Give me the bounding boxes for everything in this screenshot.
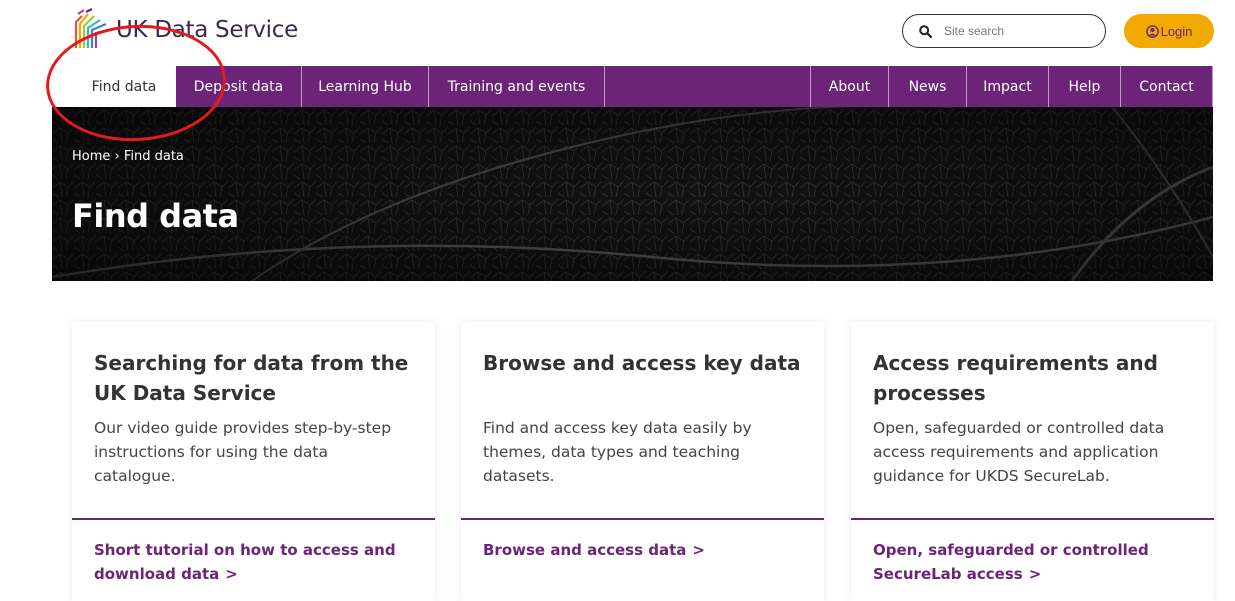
card-divider: [851, 518, 1214, 520]
site-header: UK Data Service Login: [0, 0, 1235, 66]
chevron-right-icon: >: [225, 565, 238, 583]
login-button[interactable]: Login: [1124, 14, 1214, 48]
card-link-browse-access-data[interactable]: Browse and access data >: [483, 538, 803, 562]
card-title: Searching for data from the UK Data Serv…: [94, 351, 409, 405]
leaf-texture-background: [52, 107, 1213, 281]
search-icon: [919, 24, 932, 38]
card-link-securelab-access[interactable]: Open, safeguarded or controlled SecureLa…: [873, 538, 1193, 586]
logo-text: UK Data Service: [116, 17, 298, 43]
card-link-label: Browse and access data: [483, 541, 687, 559]
card-link-label: Open, safeguarded or controlled SecureLa…: [873, 541, 1149, 583]
uk-data-service-logo[interactable]: UK Data Service: [72, 8, 298, 52]
nav-learning-hub[interactable]: Learning Hub: [302, 66, 429, 107]
site-search-box[interactable]: [902, 14, 1106, 48]
nav-training-and-events[interactable]: Training and events: [429, 66, 605, 107]
breadcrumb[interactable]: Home › Find data: [72, 149, 184, 164]
chevron-right-icon: >: [1028, 565, 1042, 583]
logo-mark-icon: [74, 8, 111, 48]
nav-impact[interactable]: Impact: [967, 66, 1049, 107]
nav-contact[interactable]: Contact: [1121, 66, 1213, 107]
nav-news[interactable]: News: [889, 66, 967, 107]
card-access-requirements: Access requirements and processes Open, …: [851, 322, 1214, 601]
card-searching-for-data: Searching for data from the UK Data Serv…: [72, 322, 435, 601]
user-icon: [1145, 24, 1159, 38]
nav-find-data[interactable]: Find data: [72, 66, 176, 107]
nav-about[interactable]: About: [810, 66, 889, 107]
hero-banner: Home › Find data Find data: [52, 107, 1213, 281]
card-description: Our video guide provides step-by-step in…: [94, 419, 392, 485]
card-title: Access requirements and processes: [873, 351, 1158, 405]
card-description: Open, safeguarded or controlled data acc…: [873, 419, 1165, 485]
page-title: Find data: [72, 197, 239, 235]
main-navigation: Find data Deposit data Learning Hub Trai…: [72, 66, 1213, 107]
card-link-label: Short tutorial on how to access and down…: [94, 541, 396, 583]
nav-help[interactable]: Help: [1049, 66, 1121, 107]
card-divider: [461, 518, 824, 520]
site-search-input[interactable]: [944, 24, 1084, 38]
chevron-right-icon: >: [692, 541, 705, 559]
card-link-short-tutorial[interactable]: Short tutorial on how to access and down…: [94, 538, 414, 586]
card-description: Find and access key data easily by theme…: [483, 419, 752, 485]
card-browse-key-data: Browse and access key data Find and acce…: [461, 322, 824, 601]
nav-deposit-data[interactable]: Deposit data: [176, 66, 302, 107]
card-divider: [72, 518, 435, 520]
login-label: Login: [1160, 23, 1193, 39]
card-title: Browse and access key data: [483, 351, 801, 375]
